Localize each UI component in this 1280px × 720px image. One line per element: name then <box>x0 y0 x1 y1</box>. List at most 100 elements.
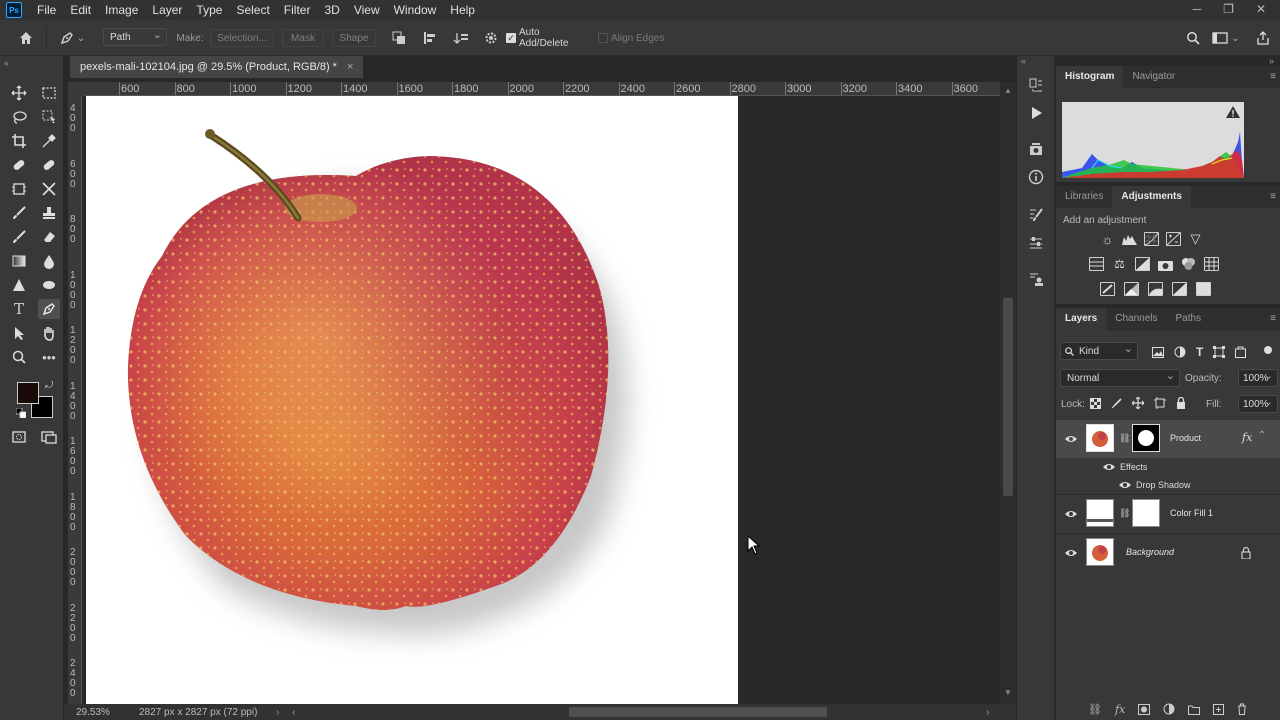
path-selection-tool-icon[interactable] <box>8 323 30 343</box>
chain-link-icon[interactable]: ⛓ <box>1119 433 1130 444</box>
new-adjustment-layer-icon[interactable] <box>1163 703 1175 715</box>
path-operations-icon[interactable] <box>390 29 408 47</box>
vertical-scrollbar[interactable]: ▲ ▼ <box>1000 82 1016 704</box>
layer-thumbnail[interactable] <box>1086 499 1114 527</box>
brightness-contrast-icon[interactable]: ☼ <box>1100 232 1115 247</box>
add-mask-icon[interactable] <box>1138 703 1151 715</box>
frame-tool-icon[interactable] <box>8 179 30 199</box>
menu-layer[interactable]: Layer <box>145 0 189 20</box>
vertical-ruler[interactable]: 4 0 0 6 0 0 8 0 0 1 0 0 0 1 2 0 0 1 4 0 0 1 6 … <box>68 96 82 704</box>
auto-add-delete-checkbox[interactable]: ✓ <box>505 29 517 47</box>
make-selection-button[interactable]: Selection... <box>210 29 274 47</box>
new-layer-icon[interactable] <box>1213 703 1225 715</box>
document-canvas[interactable] <box>86 96 738 704</box>
zoom-tool-icon[interactable] <box>8 347 30 367</box>
bandage-tool-icon[interactable] <box>38 155 60 175</box>
collapse-icon-panel[interactable]: « <box>1021 56 1026 66</box>
menu-help[interactable]: Help <box>443 0 482 20</box>
smudge-tool-icon[interactable] <box>38 275 60 295</box>
visibility-eye-icon[interactable] <box>1064 509 1078 519</box>
lock-position-icon[interactable] <box>1132 397 1144 409</box>
path-arrangement-icon[interactable] <box>452 29 470 47</box>
panel-menu-icon[interactable]: ≡ <box>1270 71 1276 82</box>
filter-smart-object-icon[interactable] <box>1235 346 1247 358</box>
more-tools-icon[interactable]: ••• <box>38 347 60 367</box>
scroll-up-icon[interactable]: ▲ <box>1004 86 1012 95</box>
minimize-button[interactable]: ─ <box>1193 0 1202 18</box>
glyphs-icon[interactable] <box>1027 270 1045 288</box>
collapse-right-panels[interactable]: » <box>1269 56 1274 66</box>
tool-mode-select[interactable]: Path <box>103 28 167 46</box>
swap-colors-icon[interactable]: ⤾ <box>45 380 53 391</box>
document-tab[interactable]: pexels-mali-102104.jpg @ 29.5% (Product,… <box>70 56 364 78</box>
home-icon[interactable] <box>16 29 36 47</box>
tab-adjustments[interactable]: Adjustments <box>1112 185 1191 208</box>
search-icon[interactable] <box>1184 29 1202 47</box>
healing-brush-tool-icon[interactable] <box>8 155 30 175</box>
scroll-down-icon[interactable]: ▼ <box>1004 688 1012 697</box>
type-tool-icon[interactable]: T <box>8 299 30 319</box>
tab-layers[interactable]: Layers <box>1056 307 1107 330</box>
panel-menu-icon[interactable]: ≡ <box>1270 191 1276 202</box>
layer-thumbnail[interactable] <box>1086 538 1114 566</box>
gradient-map-icon[interactable] <box>1172 282 1187 296</box>
adjustment-sliders-icon[interactable] <box>1027 234 1045 252</box>
tab-paths[interactable]: Paths <box>1167 308 1211 330</box>
panel-menu-icon[interactable]: ≡ <box>1270 313 1276 324</box>
menu-edit[interactable]: Edit <box>63 0 98 20</box>
filter-toggle[interactable] <box>1264 346 1272 354</box>
share-icon[interactable] <box>1254 29 1272 47</box>
marquee-tool-icon[interactable] <box>38 83 60 103</box>
path-alignment-icon[interactable] <box>421 29 439 47</box>
layer-drop-shadow-row[interactable]: Drop Shadow <box>1056 476 1280 494</box>
align-edges-checkbox[interactable] <box>598 29 608 47</box>
gradient-tool-icon[interactable] <box>8 251 30 271</box>
warning-icon[interactable] <box>1226 106 1240 118</box>
tab-libraries[interactable]: Libraries <box>1056 186 1112 208</box>
chain-link-icon[interactable]: ⛓ <box>1119 508 1130 519</box>
curves-icon[interactable] <box>1144 232 1159 246</box>
content-aware-move-icon[interactable] <box>38 179 60 199</box>
gear-icon[interactable] <box>482 29 500 47</box>
layer-mask-thumbnail[interactable] <box>1132 499 1160 527</box>
visibility-eye-icon[interactable] <box>1064 434 1078 444</box>
foreground-color-swatch[interactable] <box>17 382 39 404</box>
menu-filter[interactable]: Filter <box>277 0 318 20</box>
filter-pixel-icon[interactable] <box>1152 346 1164 358</box>
close-button[interactable]: ✕ <box>1256 0 1266 18</box>
workspace-icon[interactable]: ⌄ <box>1212 29 1240 47</box>
ruler-origin[interactable] <box>68 82 85 96</box>
brush-tool-icon[interactable] <box>8 203 30 223</box>
history-brush-icon[interactable] <box>8 227 30 247</box>
pen-tool-preset-icon[interactable]: ⌄ <box>56 29 88 47</box>
link-layers-icon[interactable]: ⛓ <box>1088 703 1102 716</box>
tab-channels[interactable]: Channels <box>1106 308 1166 330</box>
tab-histogram[interactable]: Histogram <box>1056 65 1124 88</box>
eraser-tool-icon[interactable] <box>38 227 60 247</box>
levels-icon[interactable] <box>1122 232 1137 246</box>
info-icon[interactable] <box>1027 168 1045 186</box>
pen-tool-icon[interactable] <box>38 299 60 319</box>
blur-tool-icon[interactable] <box>38 251 60 271</box>
new-group-icon[interactable] <box>1188 704 1201 715</box>
eyedropper-tool-icon[interactable] <box>38 131 60 151</box>
make-mask-button[interactable]: Mask <box>282 29 324 47</box>
quick-mask-icon[interactable] <box>8 427 30 447</box>
opacity-input[interactable]: 100% <box>1238 369 1278 387</box>
layer-lock-icon[interactable] <box>1241 547 1251 559</box>
vibrance-icon[interactable]: ▽ <box>1188 231 1203 246</box>
color-lookup-icon[interactable] <box>1204 257 1219 271</box>
hue-saturation-icon[interactable] <box>1089 257 1104 271</box>
stamp-tool-icon[interactable] <box>38 203 60 223</box>
lock-pixels-icon[interactable] <box>1111 397 1122 409</box>
photo-filter-icon[interactable] <box>1158 257 1173 271</box>
collapse-effects-icon[interactable]: ⌃ <box>1258 430 1266 441</box>
close-document-icon[interactable]: × <box>347 56 353 78</box>
visibility-eye-icon[interactable] <box>1064 548 1078 558</box>
channel-mixer-icon[interactable] <box>1181 257 1196 271</box>
filter-shape-icon[interactable] <box>1213 346 1226 358</box>
layer-name-color-fill[interactable]: Color Fill 1 <box>1170 508 1213 518</box>
layer-name-background[interactable]: Background <box>1126 547 1174 557</box>
lock-artboard-icon[interactable] <box>1154 397 1166 409</box>
actions-play-icon[interactable] <box>1027 104 1045 122</box>
